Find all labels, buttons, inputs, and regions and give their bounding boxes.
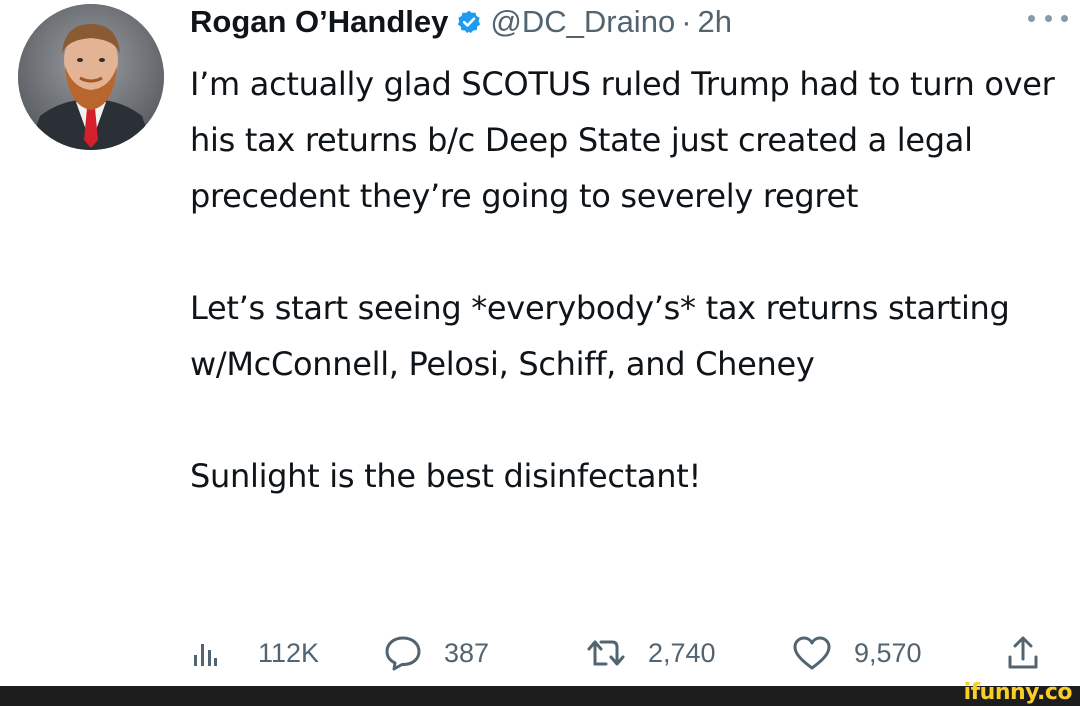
views-count: 112K xyxy=(258,637,320,668)
tweet-timestamp[interactable]: 2h xyxy=(698,4,732,40)
retweet-count: 2,740 xyxy=(648,637,716,668)
tweet-card: Rogan O’Handley @DC_Draino · 2h I’m actu… xyxy=(0,0,1080,686)
more-dots-icon[interactable] xyxy=(1028,12,1068,24)
views-bar-chart-icon xyxy=(194,644,217,666)
reply-bubble-icon xyxy=(385,636,421,671)
like-count: 9,570 xyxy=(854,637,922,668)
tweet-paragraph: Let’s start seeing *everybody’s* tax ret… xyxy=(190,289,1010,383)
retweet-icon xyxy=(587,640,625,666)
more-dot xyxy=(1061,14,1068,22)
more-dot xyxy=(1044,14,1052,22)
tweet-paragraph: I’m actually glad SCOTUS ruled Trump had… xyxy=(190,65,1055,215)
like-action[interactable]: 9,570 xyxy=(792,630,922,676)
watermark-logo: ifunny.co xyxy=(963,680,1073,705)
tweet-paragraph: Sunlight is the best disinfectant! xyxy=(190,457,701,495)
tweet-text: I’m actually glad SCOTUS ruled Trump had… xyxy=(190,56,1070,504)
tweet-header: Rogan O’Handley @DC_Draino · 2h xyxy=(190,0,732,44)
verified-badge-icon xyxy=(456,9,482,35)
share-upload-icon xyxy=(1008,636,1038,669)
share-action[interactable] xyxy=(1006,630,1040,676)
views-action[interactable]: 112K xyxy=(192,630,319,676)
author-handle[interactable]: @DC_Draino xyxy=(490,4,675,40)
tweet-actions-bar: 112K 387 2,740 9,570 xyxy=(188,630,1068,676)
author-display-name[interactable]: Rogan O’Handley xyxy=(190,4,448,40)
retweet-action[interactable]: 2,740 xyxy=(586,630,716,676)
header-separator: · xyxy=(681,4,692,39)
watermark-bar: ifunny.co xyxy=(0,680,1080,706)
avatar[interactable] xyxy=(18,4,164,150)
avatar-image xyxy=(18,4,164,150)
heart-icon xyxy=(793,636,831,670)
more-dot xyxy=(1028,14,1035,22)
reply-count: 387 xyxy=(444,637,490,668)
reply-action[interactable]: 387 xyxy=(384,630,489,676)
